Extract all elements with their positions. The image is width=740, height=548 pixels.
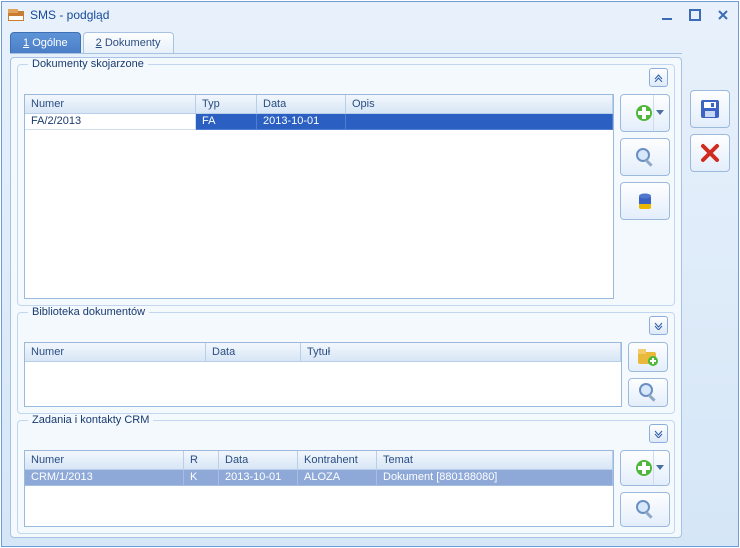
col-r[interactable]: R <box>184 451 219 469</box>
action-bar <box>690 32 730 538</box>
group-title: Biblioteka dokumentów <box>28 306 149 318</box>
tab-general[interactable]: 1 Ogólne <box>10 32 81 53</box>
table-row[interactable]: FA/2/2013 FA 2013-10-01 <box>25 114 613 130</box>
search-button[interactable] <box>628 378 668 408</box>
main-panel: 1 Ogólne 2 Dokumenty Dokumenty skojarzon… <box>10 32 682 538</box>
dropdown-arrow-icon[interactable] <box>653 451 666 485</box>
col-kontrahent[interactable]: Kontrahent <box>298 451 377 469</box>
col-numer[interactable]: Numer <box>25 95 196 113</box>
search-button[interactable] <box>620 138 670 176</box>
table-header: Numer Typ Data Opis <box>25 95 613 114</box>
col-opis[interactable]: Opis <box>346 95 613 113</box>
magnifier-icon <box>637 381 659 403</box>
save-button[interactable] <box>690 90 730 128</box>
group-title: Dokumenty skojarzone <box>28 58 148 70</box>
search-button[interactable] <box>620 492 670 528</box>
maximize-button[interactable] <box>686 6 704 24</box>
trash-icon <box>634 190 656 212</box>
tabs: 1 Ogólne 2 Dokumenty <box>10 32 682 54</box>
add-button[interactable] <box>620 450 670 486</box>
magnifier-icon <box>634 498 656 520</box>
group-side-buttons <box>628 342 668 407</box>
col-data[interactable]: Data <box>219 451 298 469</box>
delete-button[interactable] <box>620 182 670 220</box>
group-library: Biblioteka dokumentów Numer Data Tytuł <box>17 312 675 414</box>
window-controls <box>658 6 732 24</box>
body: 1 Ogólne 2 Dokumenty Dokumenty skojarzon… <box>2 28 738 546</box>
window: SMS - podgląd 1 Ogólne 2 Dokumenty Dokum… <box>1 1 739 547</box>
group-title: Zadania i kontakty CRM <box>28 414 153 426</box>
titlebar: SMS - podgląd <box>2 2 738 28</box>
add-folder-button[interactable] <box>628 342 668 372</box>
tab-documents[interactable]: 2 Dokumenty <box>83 32 174 53</box>
col-data[interactable]: Data <box>257 95 346 113</box>
close-button[interactable] <box>714 6 732 24</box>
tab-content: Dokumenty skojarzone Numer Typ Data Opis <box>10 57 682 538</box>
group-side-buttons <box>620 450 668 527</box>
collapse-button[interactable] <box>649 68 668 87</box>
floppy-icon <box>698 97 722 121</box>
table-documents-linked[interactable]: Numer Typ Data Opis FA/2/2013 FA 2013-10… <box>24 94 614 299</box>
collapse-button[interactable] <box>649 424 668 443</box>
folder-plus-icon <box>636 346 660 368</box>
collapse-button[interactable] <box>649 316 668 335</box>
dropdown-arrow-icon[interactable] <box>653 95 666 131</box>
x-icon <box>699 142 721 164</box>
col-numer[interactable]: Numer <box>25 451 184 469</box>
col-tytul[interactable]: Tytuł <box>301 343 621 361</box>
table-row[interactable]: CRM/1/2013 K 2013-10-01 ALOZA Dokument [… <box>25 470 613 486</box>
app-icon <box>8 9 24 21</box>
group-side-buttons <box>620 94 668 299</box>
window-title: SMS - podgląd <box>30 8 109 22</box>
minimize-button[interactable] <box>658 6 676 24</box>
table-library[interactable]: Numer Data Tytuł <box>24 342 622 407</box>
group-crm: Zadania i kontakty CRM Numer R Data Kont… <box>17 420 675 534</box>
table-crm[interactable]: Numer R Data Kontrahent Temat CRM/1/2013… <box>24 450 614 527</box>
col-temat[interactable]: Temat <box>377 451 613 469</box>
add-button[interactable] <box>620 94 670 132</box>
col-numer[interactable]: Numer <box>25 343 206 361</box>
cancel-button[interactable] <box>690 134 730 172</box>
col-data[interactable]: Data <box>206 343 301 361</box>
magnifier-icon <box>634 146 656 168</box>
col-typ[interactable]: Typ <box>196 95 257 113</box>
group-documents-linked: Dokumenty skojarzone Numer Typ Data Opis <box>17 64 675 306</box>
